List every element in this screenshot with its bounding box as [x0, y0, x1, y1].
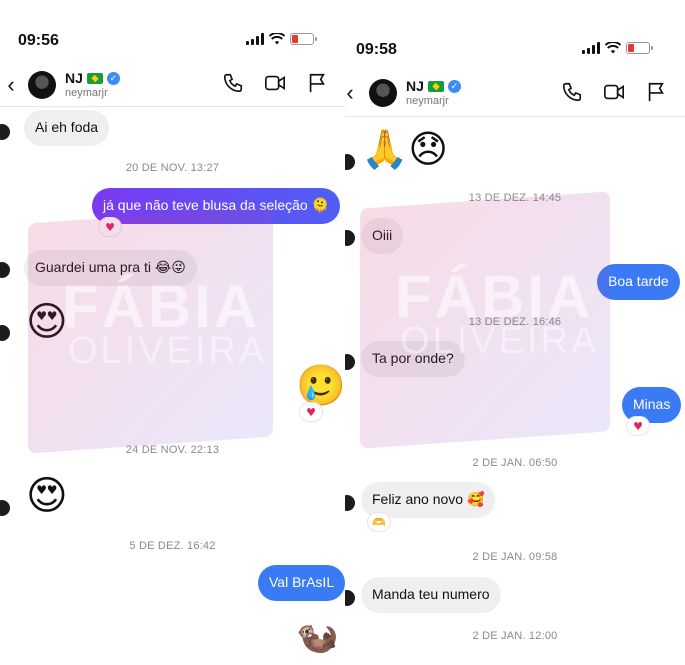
contact-username: neymarjr: [65, 86, 108, 99]
heart-icon[interactable]: ♥: [626, 416, 650, 436]
brazil-flag-icon: [86, 73, 103, 85]
avatar[interactable]: [28, 71, 56, 99]
sender-avatar: [345, 230, 355, 246]
status-time: 09:56: [18, 32, 59, 49]
sender-avatar: [345, 495, 355, 511]
message-incoming[interactable]: Guardei uma pra ti 😂😜: [24, 250, 197, 286]
header-divider: [345, 116, 685, 117]
timestamp: 13 DE DEZ. 14:45: [468, 192, 562, 204]
hands-heart-reaction-icon[interactable]: 🫶: [367, 512, 391, 532]
right-screenshot: 09:58 ‹ NJ ✓ neymarjr 🙏😞 13 DE DEZ. 14:4…: [345, 0, 685, 665]
status-icons: [582, 42, 653, 54]
battery-icon: [290, 33, 317, 45]
message-incoming[interactable]: Ta por onde?: [361, 341, 465, 377]
contact-username: neymarjr: [406, 94, 449, 107]
sender-avatar: [0, 262, 10, 278]
timestamp: 2 DE JAN. 06:50: [472, 457, 558, 469]
emoji-message[interactable]: 🥲: [296, 366, 345, 406]
contact-info[interactable]: NJ ✓ neymarjr: [406, 78, 461, 107]
wifi-icon: [269, 33, 285, 45]
header-divider: [0, 106, 345, 107]
message-incoming[interactable]: Oiii: [361, 218, 404, 254]
chat-header: ‹ NJ ✓ neymarjr: [345, 76, 685, 110]
sender-avatar: [345, 354, 355, 370]
contact-info[interactable]: NJ ✓ neymarjr: [65, 70, 120, 99]
message-outgoing[interactable]: Val BrAsIL: [258, 565, 345, 601]
video-icon[interactable]: [603, 81, 625, 103]
chat-header: ‹ NJ ✓ neymarjr: [0, 68, 345, 102]
emoji-message[interactable]: 😍: [26, 476, 68, 516]
signal-icon: [246, 33, 264, 45]
left-screenshot: 09:56 ‹ NJ ✓ neymarjr Ai eh foda 20 DE N…: [0, 0, 345, 665]
phone-icon[interactable]: [222, 72, 244, 94]
status-icons: [246, 33, 317, 45]
message-outgoing[interactable]: Boa tarde: [597, 264, 680, 300]
sender-avatar: [345, 590, 355, 606]
sender-avatar: [345, 154, 355, 170]
avatar[interactable]: [369, 79, 397, 107]
verified-icon: ✓: [447, 80, 461, 94]
flag-icon[interactable]: [645, 81, 667, 103]
timestamp: 24 DE NOV. 22:13: [125, 444, 220, 456]
back-chevron-icon[interactable]: ‹: [0, 74, 22, 96]
message-outgoing[interactable]: já que não teve blusa da seleção 🫠: [92, 188, 341, 224]
emoji-message[interactable]: 😍: [26, 302, 68, 342]
verified-icon: ✓: [106, 72, 120, 86]
sender-avatar: [0, 124, 10, 140]
phone-icon[interactable]: [561, 81, 583, 103]
brazil-flag-icon: [427, 81, 444, 93]
back-chevron-icon[interactable]: ‹: [345, 82, 355, 104]
signal-icon: [582, 42, 600, 54]
heart-icon[interactable]: ♥: [299, 402, 323, 422]
sender-avatar: [0, 325, 10, 341]
battery-icon: [626, 42, 653, 54]
wifi-icon: [605, 42, 621, 54]
timestamp: 5 DE DEZ. 16:42: [129, 540, 216, 552]
emoji-message[interactable]: 🙏😞: [361, 130, 448, 168]
heart-icon[interactable]: ♥: [98, 217, 122, 237]
message-incoming[interactable]: Ai eh foda: [24, 110, 110, 146]
timestamp: 20 DE NOV. 13:27: [125, 162, 220, 174]
contact-name: NJ: [406, 78, 424, 95]
timestamp: 2 DE JAN. 12:00: [472, 630, 558, 642]
status-time: 09:58: [356, 41, 397, 58]
timestamp: 2 DE JAN. 09:58: [472, 551, 558, 563]
flag-icon[interactable]: [306, 72, 328, 94]
message-incoming[interactable]: Manda teu numero: [361, 577, 501, 613]
timestamp: 13 DE DEZ. 16:46: [468, 316, 562, 328]
sticker-message[interactable]: 🦦: [296, 620, 338, 654]
video-icon[interactable]: [264, 72, 286, 94]
contact-name: NJ: [65, 70, 83, 87]
sender-avatar: [0, 500, 10, 516]
